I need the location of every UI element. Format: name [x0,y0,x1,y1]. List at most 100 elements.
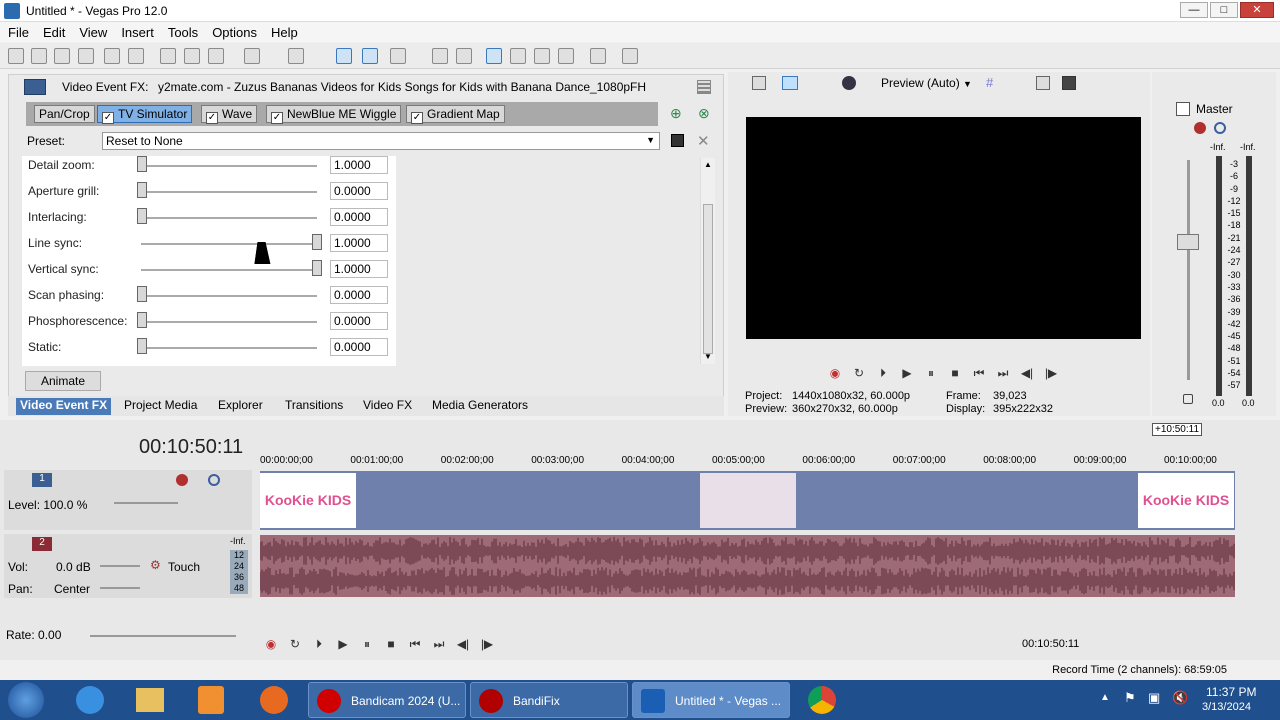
open-icon[interactable] [31,48,47,64]
zoom-tool-icon[interactable] [558,48,574,64]
fx-chip-wave[interactable]: ✓ Wave [201,105,258,124]
param-value-input[interactable]: 0.0000 [330,208,388,226]
save-icon[interactable] [54,48,70,64]
go-to-end-icon[interactable]: ⏭ [432,637,446,651]
video-track-lane[interactable]: KooKie KIDS KooKie KIDS [260,471,1235,530]
tab-media-generators[interactable]: Media Generators [428,398,532,412]
track-fx-icon[interactable] [176,474,188,486]
play-from-start-icon[interactable]: ⏵ [876,366,890,380]
plugin-manager-icon[interactable] [590,48,606,64]
slider-thumb[interactable] [137,312,147,328]
action-center-icon[interactable]: ⚑ [1124,690,1136,706]
mute-icon[interactable] [1214,122,1226,134]
stop-icon[interactable]: ■ [948,366,962,380]
slider-thumb[interactable] [137,182,147,198]
record-icon[interactable]: ◉ [828,366,842,380]
track-mute-icon[interactable] [208,474,220,486]
render-icon[interactable] [104,48,120,64]
menu-insert[interactable]: Insert [113,22,160,40]
show-hidden-icons-icon[interactable]: ▲ [1100,692,1110,703]
overlays-icon[interactable]: # [986,75,993,90]
slider-track[interactable] [141,269,317,271]
firefox-icon[interactable] [260,686,288,714]
param-value-input[interactable]: 0.0000 [330,286,388,304]
preview-properties-icon[interactable] [752,76,766,90]
stop-icon[interactable]: ■ [384,637,398,651]
slider-thumb[interactable] [137,338,147,354]
fx-chip-newblue-wiggle[interactable]: ✓ NewBlue ME Wiggle [266,105,402,124]
auto-ripple-icon[interactable] [336,48,352,64]
lock-envelopes-icon[interactable] [362,48,378,64]
slider-thumb[interactable] [137,208,147,224]
scroll-up-icon[interactable]: ▲ [704,160,712,169]
play-from-start-icon[interactable]: ⏵ [312,637,326,651]
scroll-thumb[interactable] [703,204,713,354]
delete-preset-icon[interactable]: ✕ [697,132,710,150]
copy-icon[interactable] [184,48,200,64]
taskbar-item-bandicam[interactable]: Bandicam 2024 (U... [308,682,466,718]
slider-track[interactable] [141,217,317,219]
external-monitor-icon[interactable] [782,76,798,90]
preview-quality-dropdown[interactable]: Preview (Auto) ▼ [881,76,972,90]
slider-thumb[interactable] [137,156,147,172]
internet-explorer-icon[interactable] [76,686,104,714]
normal-edit-tool-icon[interactable] [486,48,502,64]
properties-icon[interactable] [128,48,144,64]
automation-gear-icon[interactable]: ⚙ [150,558,161,572]
previous-frame-icon[interactable]: ◀| [456,637,470,651]
slider-track[interactable] [141,191,317,193]
volume-muted-icon[interactable]: 🔇 [1172,690,1188,706]
selection-tool-icon[interactable] [534,48,550,64]
pan-slider[interactable] [100,587,140,589]
slider-track[interactable] [141,243,317,245]
record-icon[interactable]: ◉ [264,637,278,651]
fx-chip-gradient-map[interactable]: ✓ Gradient Map [406,105,505,124]
params-scrollbar[interactable]: ▲ ▼ [700,158,715,364]
tab-video-fx[interactable]: Video FX [359,398,416,412]
loop-playback-icon[interactable]: ↻ [852,366,866,380]
redo-icon[interactable] [288,48,304,64]
master-fader-track[interactable] [1187,160,1190,380]
go-to-end-icon[interactable]: ⏭ [996,366,1010,380]
rate-slider[interactable] [90,635,236,637]
auto-crossfade-icon[interactable] [456,48,472,64]
go-to-start-icon[interactable]: ⏮ [408,637,422,651]
tab-video-event-fx[interactable]: Video Event FX [16,398,112,415]
param-value-input[interactable]: 0.0000 [330,312,388,330]
next-frame-icon[interactable]: |▶ [480,637,494,651]
vol-slider[interactable] [100,565,140,567]
checkbox-icon[interactable]: ✓ [411,112,423,124]
menu-edit[interactable]: Edit [35,22,71,40]
next-frame-icon[interactable]: |▶ [1044,366,1058,380]
fx-chain-add-icon[interactable]: ⊕ [670,106,684,120]
clock-time[interactable]: 11:37 PM [1206,685,1256,699]
param-value-input[interactable]: 1.0000 [330,156,388,174]
animate-button[interactable]: Animate [25,371,101,391]
whats-this-help-icon[interactable] [622,48,638,64]
slider-thumb[interactable] [312,260,322,276]
loop-playback-icon[interactable]: ↻ [288,637,302,651]
tab-project-media[interactable]: Project Media [120,398,201,412]
master-fader-thumb[interactable] [1177,234,1199,250]
go-to-start-icon[interactable]: ⏮ [972,366,986,380]
new-icon[interactable] [8,48,24,64]
checkbox-icon[interactable]: ✓ [102,112,114,124]
ignore-grouping-icon[interactable] [390,48,406,64]
cut-icon[interactable] [160,48,176,64]
save-as-icon[interactable] [78,48,94,64]
maximize-button[interactable]: □ [1210,2,1238,18]
start-button[interactable] [8,682,44,718]
slider-thumb[interactable] [137,286,147,302]
slider-track[interactable] [141,321,317,323]
play-icon[interactable]: ▶ [900,366,914,380]
network-icon[interactable]: ▣ [1148,690,1160,706]
param-value-input[interactable]: 0.0000 [330,338,388,356]
master-fx-icon[interactable] [1194,122,1206,134]
menu-view[interactable]: View [71,22,113,40]
level-slider[interactable] [114,502,178,504]
previous-frame-icon[interactable]: ◀| [1020,366,1034,380]
save-preset-icon[interactable] [671,134,684,147]
lock-icon[interactable] [1183,394,1193,404]
timeline-ruler[interactable]: 00:00:00;00 00:01:00;00 00:02:00;00 00:03:0… [260,452,1235,470]
menu-tools[interactable]: Tools [160,22,204,40]
